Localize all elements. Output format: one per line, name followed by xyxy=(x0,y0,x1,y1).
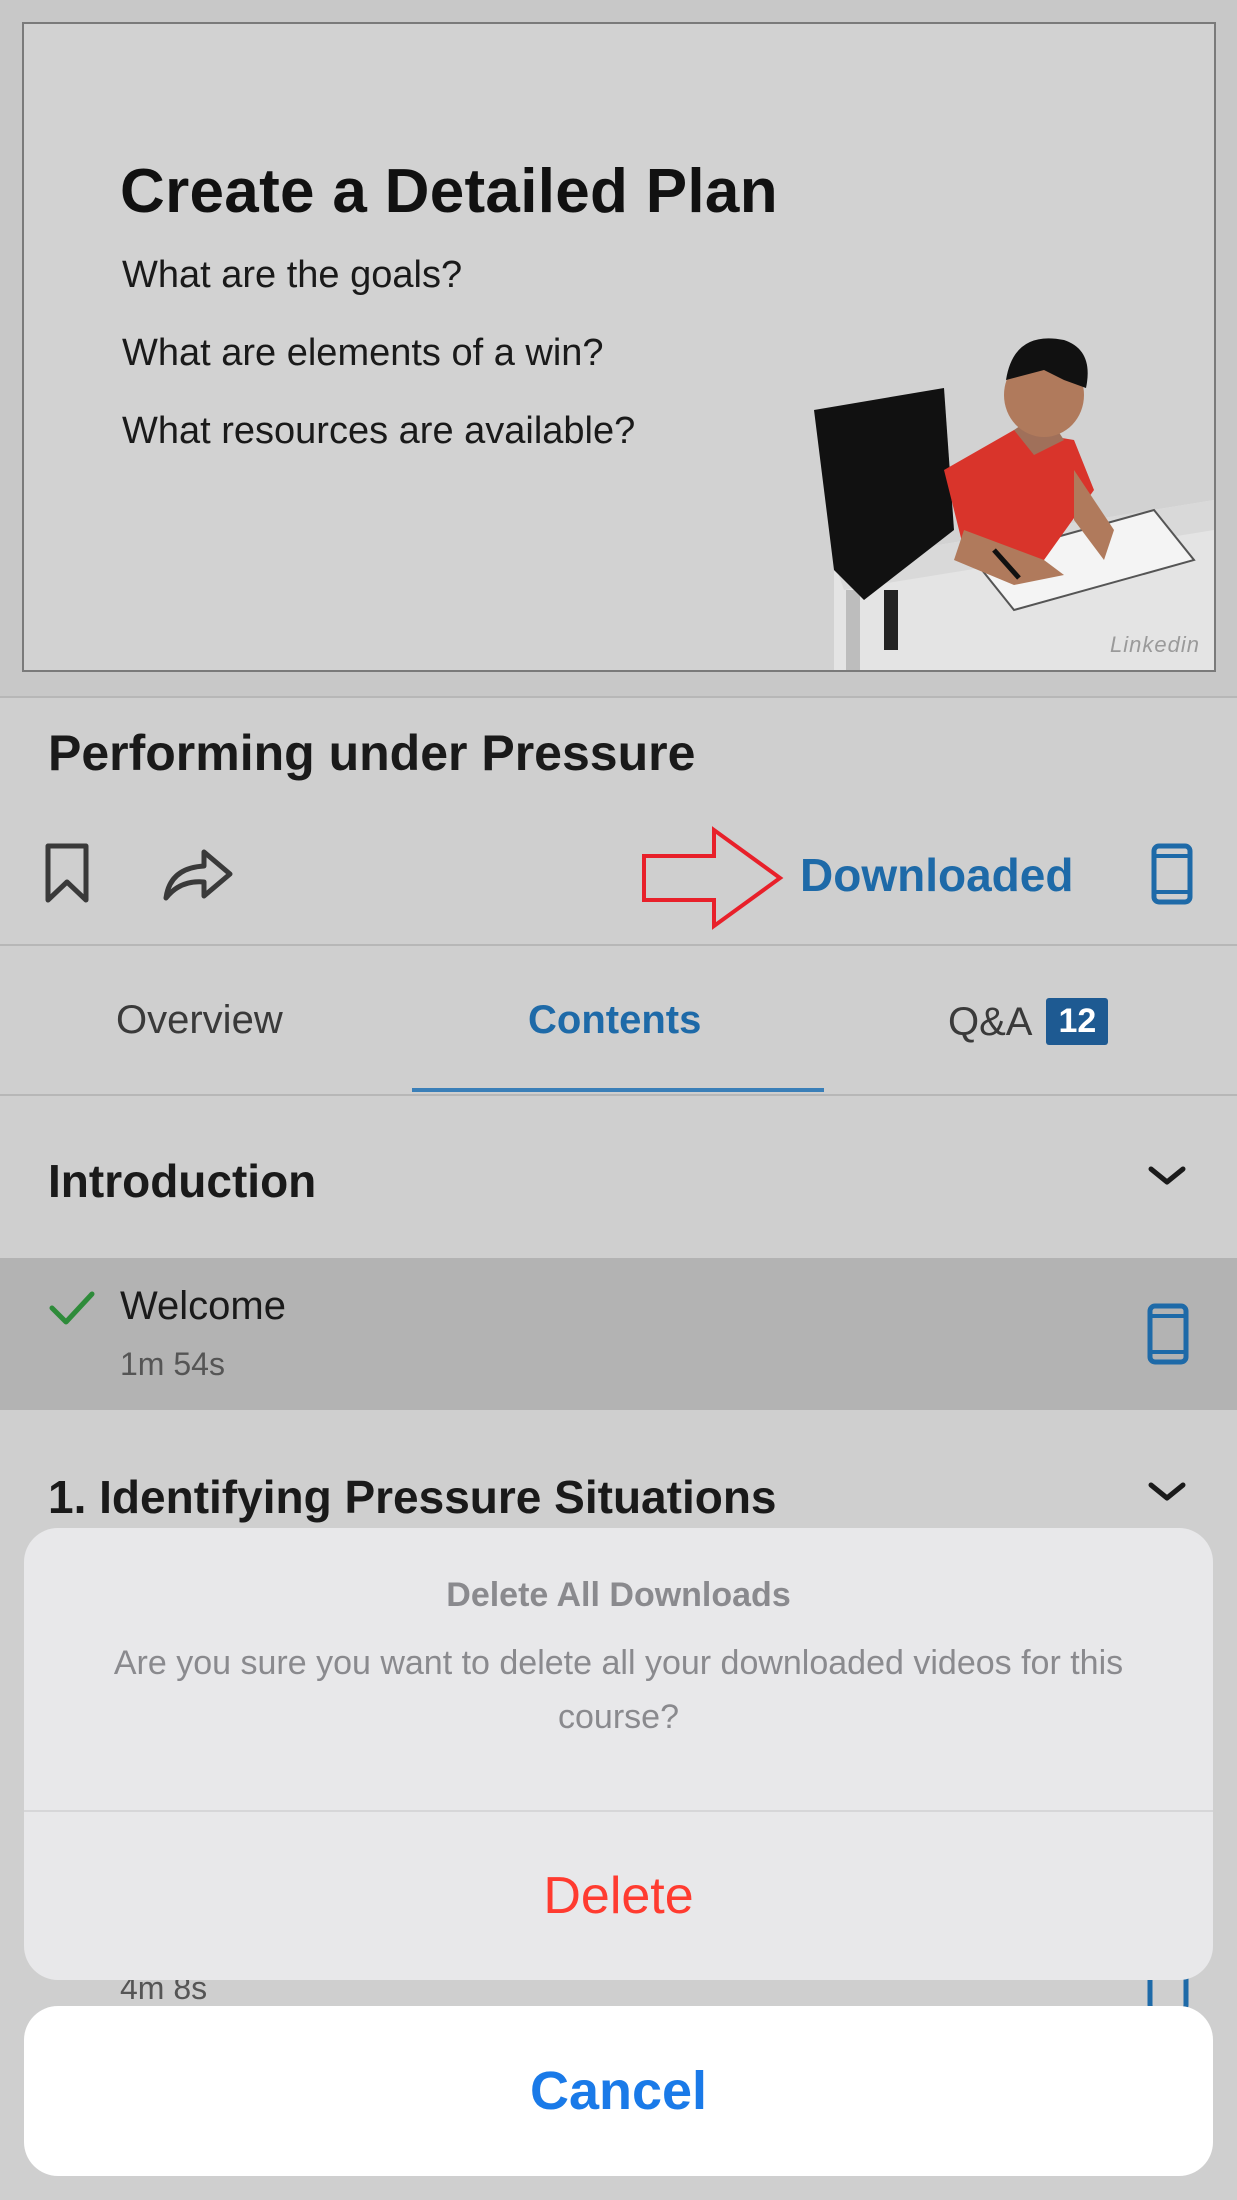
man-writing-illustration xyxy=(814,338,1214,670)
sheet-title: Delete All Downloads xyxy=(446,1576,791,1614)
slide-question: What are the goals? xyxy=(122,254,463,296)
slide-question: What are elements of a win? xyxy=(122,332,604,374)
course-title: Performing under Pressure xyxy=(48,725,696,781)
tab-bar: Overview Contents Q&A 12 xyxy=(0,950,1237,1094)
red-arrow-annotation xyxy=(640,826,785,935)
tab-qa-label: Q&A xyxy=(948,1000,1033,1044)
mobile-device-icon[interactable] xyxy=(1150,842,1194,911)
active-tab-indicator xyxy=(412,1088,824,1092)
divider xyxy=(0,1094,1237,1096)
video-slide[interactable]: Create a Detailed Plan What are the goal… xyxy=(22,22,1216,672)
video-duration: 1m 54s xyxy=(120,1346,225,1382)
tab-overview[interactable]: Overview xyxy=(116,998,283,1043)
divider xyxy=(0,944,1237,946)
video-player[interactable]: Create a Detailed Plan What are the goal… xyxy=(0,0,1237,696)
cancel-button[interactable]: Cancel xyxy=(24,2006,1213,2176)
chevron-down-icon[interactable] xyxy=(1147,1164,1187,1193)
course-action-row: Downloaded xyxy=(0,820,1237,940)
section-title: 1. Identifying Pressure Situations xyxy=(48,1471,777,1523)
share-icon[interactable] xyxy=(160,848,234,909)
checkmark-icon xyxy=(48,1288,96,1333)
slide-question: What resources are available? xyxy=(122,410,636,452)
tab-contents[interactable]: Contents xyxy=(528,998,701,1043)
slide-title: Create a Detailed Plan xyxy=(120,157,778,226)
mobile-device-icon[interactable] xyxy=(1146,1302,1190,1371)
section-title: Introduction xyxy=(48,1155,317,1207)
downloaded-button[interactable]: Downloaded xyxy=(800,848,1073,902)
sheet-message: Are you sure you want to delete all your… xyxy=(113,1644,1124,1736)
watermark: Linkedin xyxy=(1110,632,1200,657)
tab-qa[interactable]: Q&A 12 xyxy=(948,998,1109,1045)
chevron-down-icon[interactable] xyxy=(1147,1480,1187,1509)
list-item[interactable]: Welcome 1m 54s xyxy=(0,1258,1237,1410)
delete-downloads-action-sheet: Delete All Downloads Are you sure you wa… xyxy=(24,1528,1213,1980)
video-title: Welcome xyxy=(120,1284,286,1328)
bookmark-icon[interactable] xyxy=(42,842,92,911)
section-header-introduction[interactable]: Introduction xyxy=(0,1108,1237,1248)
divider xyxy=(0,696,1237,698)
qa-count-badge: 12 xyxy=(1046,998,1109,1045)
delete-button[interactable]: Delete xyxy=(24,1812,1213,1980)
